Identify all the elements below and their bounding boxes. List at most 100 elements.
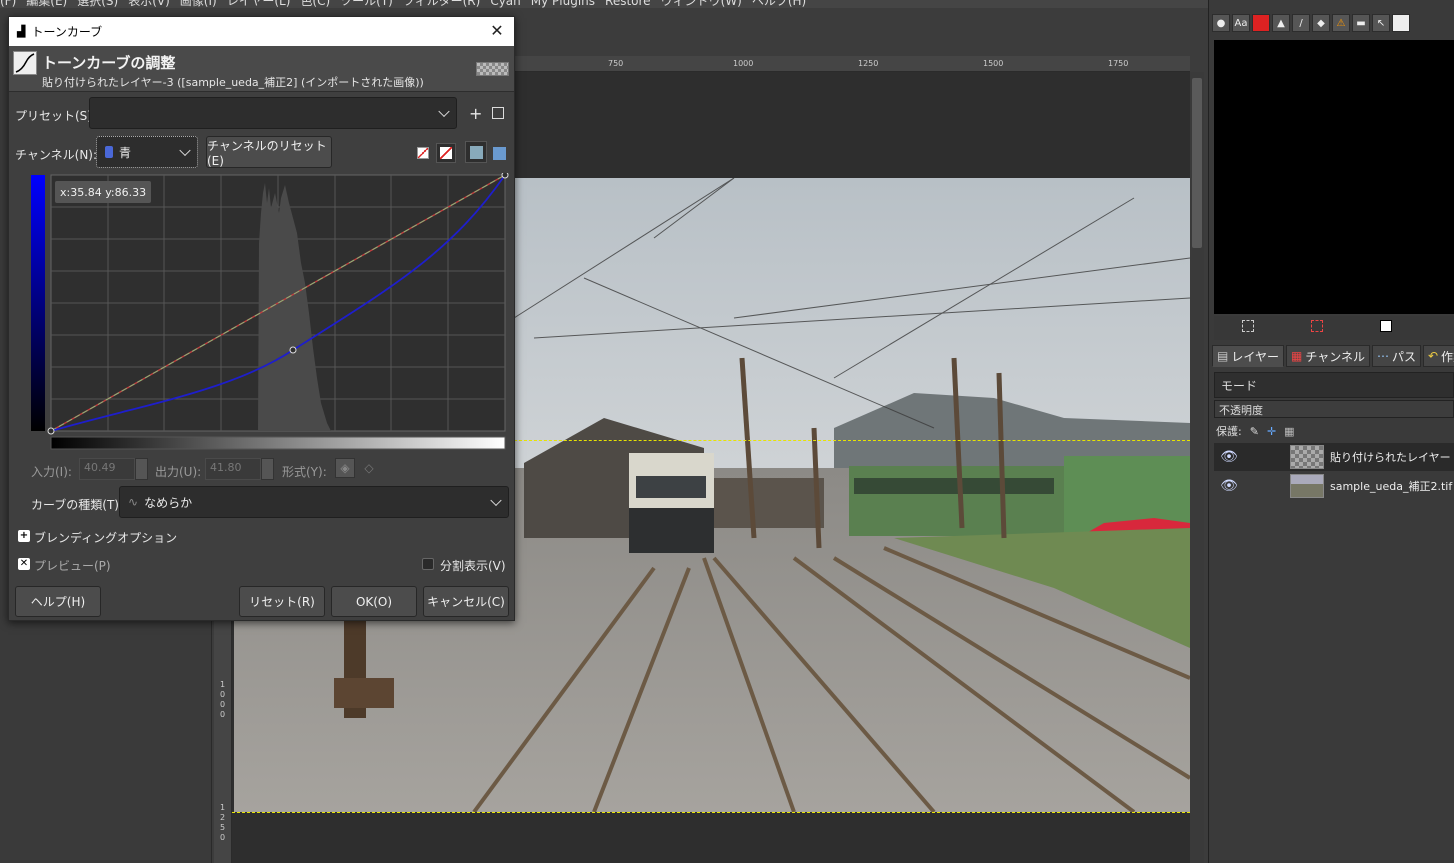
type-label: 形式(Y): <box>282 465 327 479</box>
selection-boundary-bottom <box>232 812 1190 813</box>
layer-item[interactable]: 👁 貼り付けられたレイヤー <box>1214 443 1454 471</box>
reset-channel-button[interactable]: チャンネルのリセット(E) <box>206 136 332 168</box>
dialog-titlebar[interactable]: ▟ トーンカーブ ✕ <box>9 17 514 46</box>
brush-icon[interactable]: ● <box>1212 14 1230 32</box>
input-spinner[interactable] <box>135 458 148 480</box>
pointer-icon[interactable]: ↖ <box>1372 14 1390 32</box>
preview-checkbox[interactable]: ✕ <box>18 558 30 570</box>
color-icon[interactable] <box>1252 14 1270 32</box>
vertical-scrollbar[interactable] <box>1190 72 1204 863</box>
layer-name: 貼り付けられたレイヤー <box>1330 451 1451 464</box>
navigation-controls <box>1214 316 1454 340</box>
chevron-down-icon <box>438 105 450 118</box>
warning-icon[interactable]: ⚠ <box>1332 14 1350 32</box>
gradient-icon[interactable] <box>1392 14 1410 32</box>
preset-label: プリセット(S): <box>15 109 97 123</box>
dock-tab-bar: ▤レイヤー ▦チャンネル ⋯パス ↶作業履歴 <box>1212 345 1454 369</box>
menu-item[interactable]: ツール(T) <box>340 0 393 8</box>
pencil-icon[interactable]: / <box>1292 14 1310 32</box>
navigation-preview[interactable] <box>1214 40 1454 314</box>
channel-select[interactable]: 青 <box>96 136 198 168</box>
scrollbar-thumb[interactable] <box>1192 78 1202 248</box>
smooth-point-icon[interactable]: ◈ <box>335 458 355 478</box>
output-spinner[interactable] <box>261 458 274 480</box>
preset-menu-icon[interactable] <box>488 103 508 123</box>
coordinate-readout: x:35.84 y:86.33 <box>60 186 146 199</box>
opacity-slider[interactable]: 不透明度 <box>1214 400 1454 418</box>
channels-icon: ▦ <box>1290 349 1303 363</box>
preset-select[interactable] <box>89 97 457 129</box>
curve-point-start <box>47 427 55 435</box>
reset-button[interactable]: リセット(R) <box>239 586 325 617</box>
lock-label: 保護: <box>1216 425 1242 438</box>
input-field[interactable]: 40.49 <box>79 458 135 480</box>
menu-item[interactable]: 選択(S) <box>77 0 118 8</box>
mode-label: モード <box>1221 379 1258 393</box>
menu-item[interactable]: 編集(E) <box>26 0 67 8</box>
palette-icon[interactable]: ◆ <box>1312 14 1330 32</box>
curves-dialog: ▟ トーンカーブ ✕ トーンカーブの調整 貼り付けられたレイヤー-3 ([sam… <box>8 16 515 621</box>
tab-label: 作業履歴 <box>1441 349 1454 364</box>
vertical-ruler[interactable]: 1 0 0 0 1 2 5 0 <box>214 620 232 863</box>
menu-item[interactable]: Cyan <box>490 0 520 8</box>
curve-type-select[interactable]: ∿ なめらか <box>119 486 509 518</box>
menu-item[interactable]: レイヤー(L) <box>227 0 291 8</box>
tab-history[interactable]: ↶作業履歴 <box>1422 345 1454 367</box>
visibility-eye-icon[interactable]: 👁 <box>1214 449 1244 465</box>
horizontal-ruler[interactable]: 750 1000 1250 1500 1750 <box>514 56 1190 72</box>
lock-alpha-icon[interactable]: ▦ <box>1284 425 1294 438</box>
font-icon[interactable]: Aa <box>1232 14 1250 32</box>
log-histogram-icon[interactable] <box>436 143 456 163</box>
split-view-checkbox[interactable] <box>422 558 434 570</box>
preview-label: プレビュー(P) <box>34 559 111 573</box>
output-field[interactable]: 41.80 <box>205 458 261 480</box>
display-icon[interactable]: ▬ <box>1352 14 1370 32</box>
help-button[interactable]: ヘルプ(H) <box>15 586 101 617</box>
opacity-label: 不透明度 <box>1219 404 1263 417</box>
menu-item[interactable]: (F) <box>0 0 16 8</box>
ok-button[interactable]: OK(O) <box>331 586 417 617</box>
menu-item[interactable]: 表示(V) <box>128 0 170 8</box>
menu-item[interactable]: ヘルプ(H) <box>752 0 806 8</box>
lock-pixels-icon[interactable]: ✎ <box>1250 425 1259 438</box>
visibility-eye-icon[interactable]: 👁 <box>1214 478 1244 494</box>
add-preset-icon[interactable]: + <box>469 104 482 123</box>
menu-item[interactable]: フィルター(R) <box>403 0 480 8</box>
blue-channel-icon <box>105 146 113 158</box>
clear-selection-icon[interactable] <box>1311 320 1323 332</box>
tab-label: レイヤー <box>1231 349 1279 364</box>
dialog-heading: トーンカーブの調整 <box>42 54 176 72</box>
layers-icon: ▤ <box>1217 349 1229 363</box>
layer-mode-select[interactable]: モード <box>1214 372 1454 398</box>
ruler-tick: 1750 <box>1108 59 1129 68</box>
undo-icon: ↶ <box>1427 349 1439 363</box>
histogram-icon[interactable]: ▲ <box>1272 14 1290 32</box>
menu-item[interactable]: ウィンドウ(W) <box>661 0 742 8</box>
select-icon[interactable] <box>1242 320 1254 332</box>
close-icon[interactable]: ✕ <box>488 21 506 40</box>
dialog-window-title: トーンカーブ <box>31 25 103 39</box>
curve-graph[interactable]: x:35.84 y:86.33 <box>31 173 515 453</box>
ruler-tick: 1000 <box>733 59 754 68</box>
layer-item[interactable]: 👁 sample_ueda_補正2.tif <box>1214 472 1454 500</box>
tab-channels[interactable]: ▦ チャンネル <box>1285 345 1370 367</box>
dialog-subtitle: 貼り付けられたレイヤー-3 ([sample_ueda_補正2] (インポートさ… <box>42 76 424 89</box>
tab-layers[interactable]: ▤ レイヤー <box>1212 345 1284 367</box>
tab-paths[interactable]: ⋯ パス <box>1371 345 1421 367</box>
linear-histogram-icon[interactable] <box>413 143 433 163</box>
invert-icon[interactable] <box>1380 320 1392 332</box>
menu-item[interactable]: 色(C) <box>300 0 330 8</box>
log-view-icon[interactable] <box>489 143 509 163</box>
menu-item[interactable]: My Plugins <box>531 0 595 8</box>
menu-item[interactable]: 画像(I) <box>180 0 217 8</box>
ruler-tick: 1500 <box>983 59 1004 68</box>
cancel-button[interactable]: キャンセル(C) <box>423 586 509 617</box>
blending-options-label[interactable]: ブレンディングオプション <box>34 529 177 546</box>
ruler-tick: 0 <box>220 833 226 842</box>
corner-point-icon[interactable]: ◇ <box>359 458 379 478</box>
curve-point-end <box>501 173 509 179</box>
linear-view-icon[interactable] <box>465 141 487 163</box>
expand-plus-icon[interactable]: + <box>18 530 30 542</box>
lock-position-icon[interactable]: ✛ <box>1267 425 1276 438</box>
menu-item[interactable]: Restore <box>605 0 651 8</box>
